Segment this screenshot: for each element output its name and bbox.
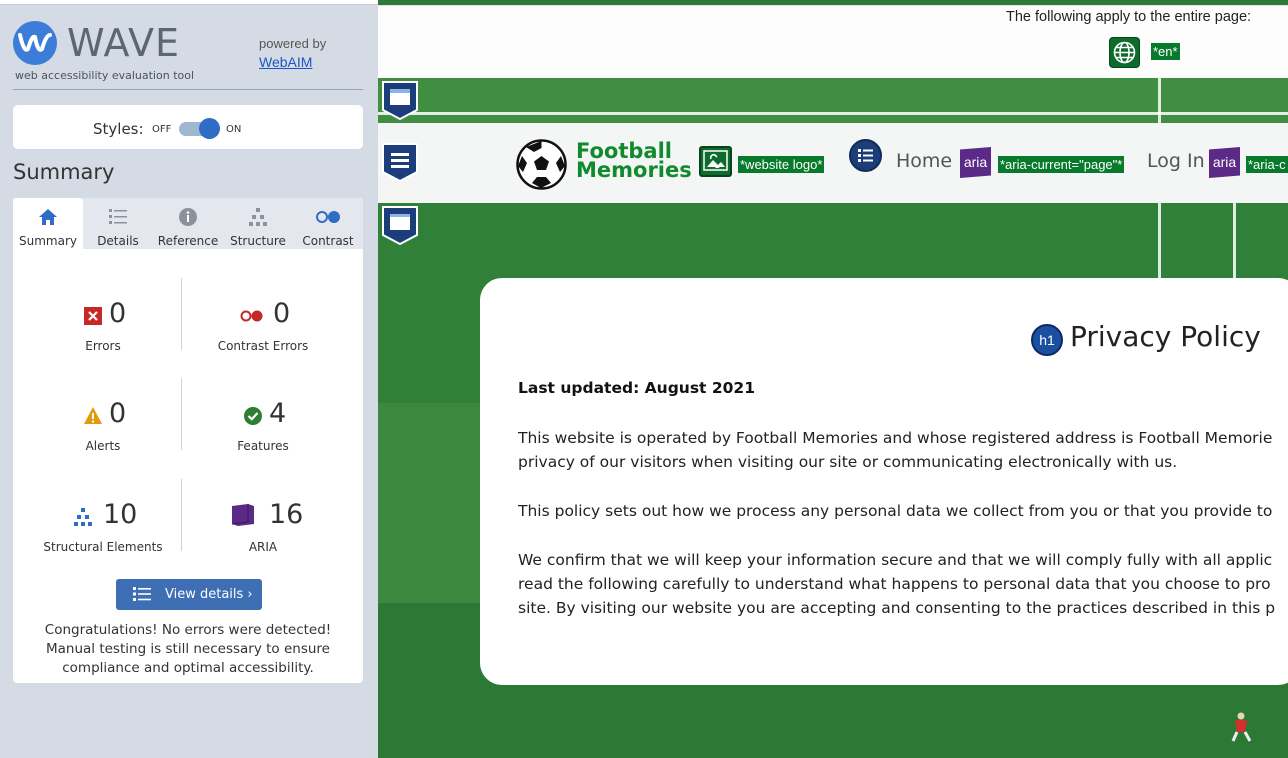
evaluated-page: The following apply to the entire page: … — [378, 0, 1288, 758]
tab-summary[interactable]: Summary — [13, 198, 83, 249]
tab-label: Structure — [230, 234, 286, 248]
errors-count: 0 — [109, 298, 127, 329]
alert-icon — [84, 407, 102, 424]
alerts-label: Alerts — [85, 439, 121, 453]
language-icon[interactable] — [1109, 37, 1140, 68]
aria-count: 16 — [269, 499, 304, 530]
nav-login-link[interactable]: Log In — [1147, 150, 1205, 172]
wave-sidebar: WAVE web accessibility evaluation tool p… — [0, 4, 378, 758]
tab-label: Summary — [19, 234, 77, 248]
info-icon — [179, 208, 197, 226]
stat-contrast-errors: 0 Contrast Errors — [183, 294, 343, 374]
styles-label: Styles: — [93, 120, 144, 138]
stat-divider — [181, 378, 182, 450]
contrast-errors-count: 0 — [273, 298, 291, 329]
structure-icon — [249, 208, 267, 226]
summary-panel: Summary Details Reference Structure Cont… — [13, 198, 363, 683]
aria-current-tag: *aria-current="page"* — [998, 156, 1125, 173]
stat-divider — [181, 479, 182, 551]
unordered-list-icon[interactable] — [849, 139, 882, 172]
tab-contrast[interactable]: Contrast — [293, 198, 363, 249]
navigation-landmark-icon — [382, 143, 418, 182]
error-icon — [84, 307, 102, 325]
styles-on-label: ON — [226, 124, 242, 135]
wave-subtitle: web accessibility evaluation tool — [15, 69, 195, 82]
paragraph-3-line-2: read the following carefully to understa… — [518, 575, 1271, 593]
tab-label: Reference — [157, 234, 219, 248]
page-title: Privacy Policy — [1070, 320, 1261, 353]
alerts-count: 0 — [109, 398, 127, 429]
congrats-message: Congratulations! No errors were detected… — [44, 622, 332, 676]
feature-check-icon — [244, 407, 262, 425]
features-count: 4 — [269, 398, 287, 429]
features-label: Features — [237, 439, 289, 453]
aria-current-tag-login: *aria-c — [1246, 156, 1288, 173]
player-figure — [1231, 712, 1252, 742]
stat-aria: 16 ARIA — [183, 495, 343, 575]
wave-logo-icon — [13, 21, 57, 65]
paragraph-1-line-2: privacy of our visitors when visiting ou… — [518, 453, 1178, 471]
football-logo-icon[interactable] — [516, 139, 567, 190]
powered-by-label: powered by — [259, 36, 327, 51]
paragraph-3-line-3: site. By visiting our website you are ac… — [518, 599, 1276, 617]
last-updated: Last updated: August 2021 — [518, 379, 755, 397]
content-card: h1 Privacy Policy Last updated: August 2… — [480, 278, 1288, 685]
tab-reference[interactable]: Reference — [153, 198, 223, 249]
paragraph-1-line-1: This website is operated by Football Mem… — [518, 429, 1273, 447]
linked-image-icon[interactable] — [699, 146, 732, 177]
stat-structural: 10 Structural Elements — [23, 495, 183, 575]
header-landmark-icon — [382, 81, 418, 120]
styles-toggle-knob[interactable] — [199, 118, 220, 139]
stat-features: 4 Features — [183, 394, 343, 474]
list-icon — [133, 587, 151, 601]
webaim-link[interactable]: WebAIM — [259, 54, 312, 70]
list-icon — [109, 209, 127, 224]
errors-label: Errors — [85, 339, 121, 353]
contrast-errors-label: Contrast Errors — [217, 339, 309, 353]
styles-off-label: OFF — [152, 124, 172, 135]
stat-alerts: 0 Alerts — [23, 394, 183, 474]
stat-divider — [181, 278, 182, 350]
wave-brand: WAVE — [67, 21, 181, 65]
aria-icon: aria — [960, 147, 991, 178]
view-details-label: View details › — [165, 587, 253, 602]
tab-label: Details — [97, 234, 139, 248]
aria-icon: aria — [1209, 147, 1240, 178]
stat-errors: 0 Errors — [23, 294, 183, 374]
logo-alt-tag: *website logo* — [738, 156, 825, 173]
aria-icon — [231, 504, 254, 526]
nav-home-link[interactable]: Home — [896, 150, 952, 172]
structural-label: Structural Elements — [43, 540, 163, 554]
view-details-button[interactable]: View details › — [116, 579, 262, 610]
summary-heading: Summary — [13, 160, 115, 184]
page-level-notices: The following apply to the entire page: … — [378, 5, 1288, 78]
site-logo-text[interactable]: Football Memories — [576, 141, 692, 182]
tab-structure[interactable]: Structure — [223, 198, 293, 249]
h1-icon: h1 — [1031, 324, 1063, 356]
home-icon — [39, 209, 57, 225]
tab-details[interactable]: Details — [83, 198, 153, 249]
lang-tag: *en* — [1151, 43, 1180, 60]
structural-count: 10 — [103, 499, 138, 530]
main-landmark-icon — [382, 206, 418, 245]
panel-tabs: Summary Details Reference Structure Cont… — [13, 198, 363, 249]
paragraph-2-line-1: This policy sets out how we process any … — [518, 502, 1273, 520]
aria-label: ARIA — [248, 540, 278, 554]
page-level-notice-text: The following apply to the entire page: — [1006, 9, 1252, 25]
structure-icon — [74, 508, 92, 526]
logo-line-2: Memories — [576, 158, 692, 182]
contrast-error-icon — [240, 310, 263, 322]
contrast-icon — [316, 211, 340, 223]
paragraph-3-line-1: We confirm that we will keep your inform… — [518, 551, 1273, 569]
tab-label: Contrast — [302, 234, 354, 248]
sidebar-divider — [13, 89, 363, 90]
styles-toggle-panel: Styles: OFF ON — [13, 105, 363, 149]
